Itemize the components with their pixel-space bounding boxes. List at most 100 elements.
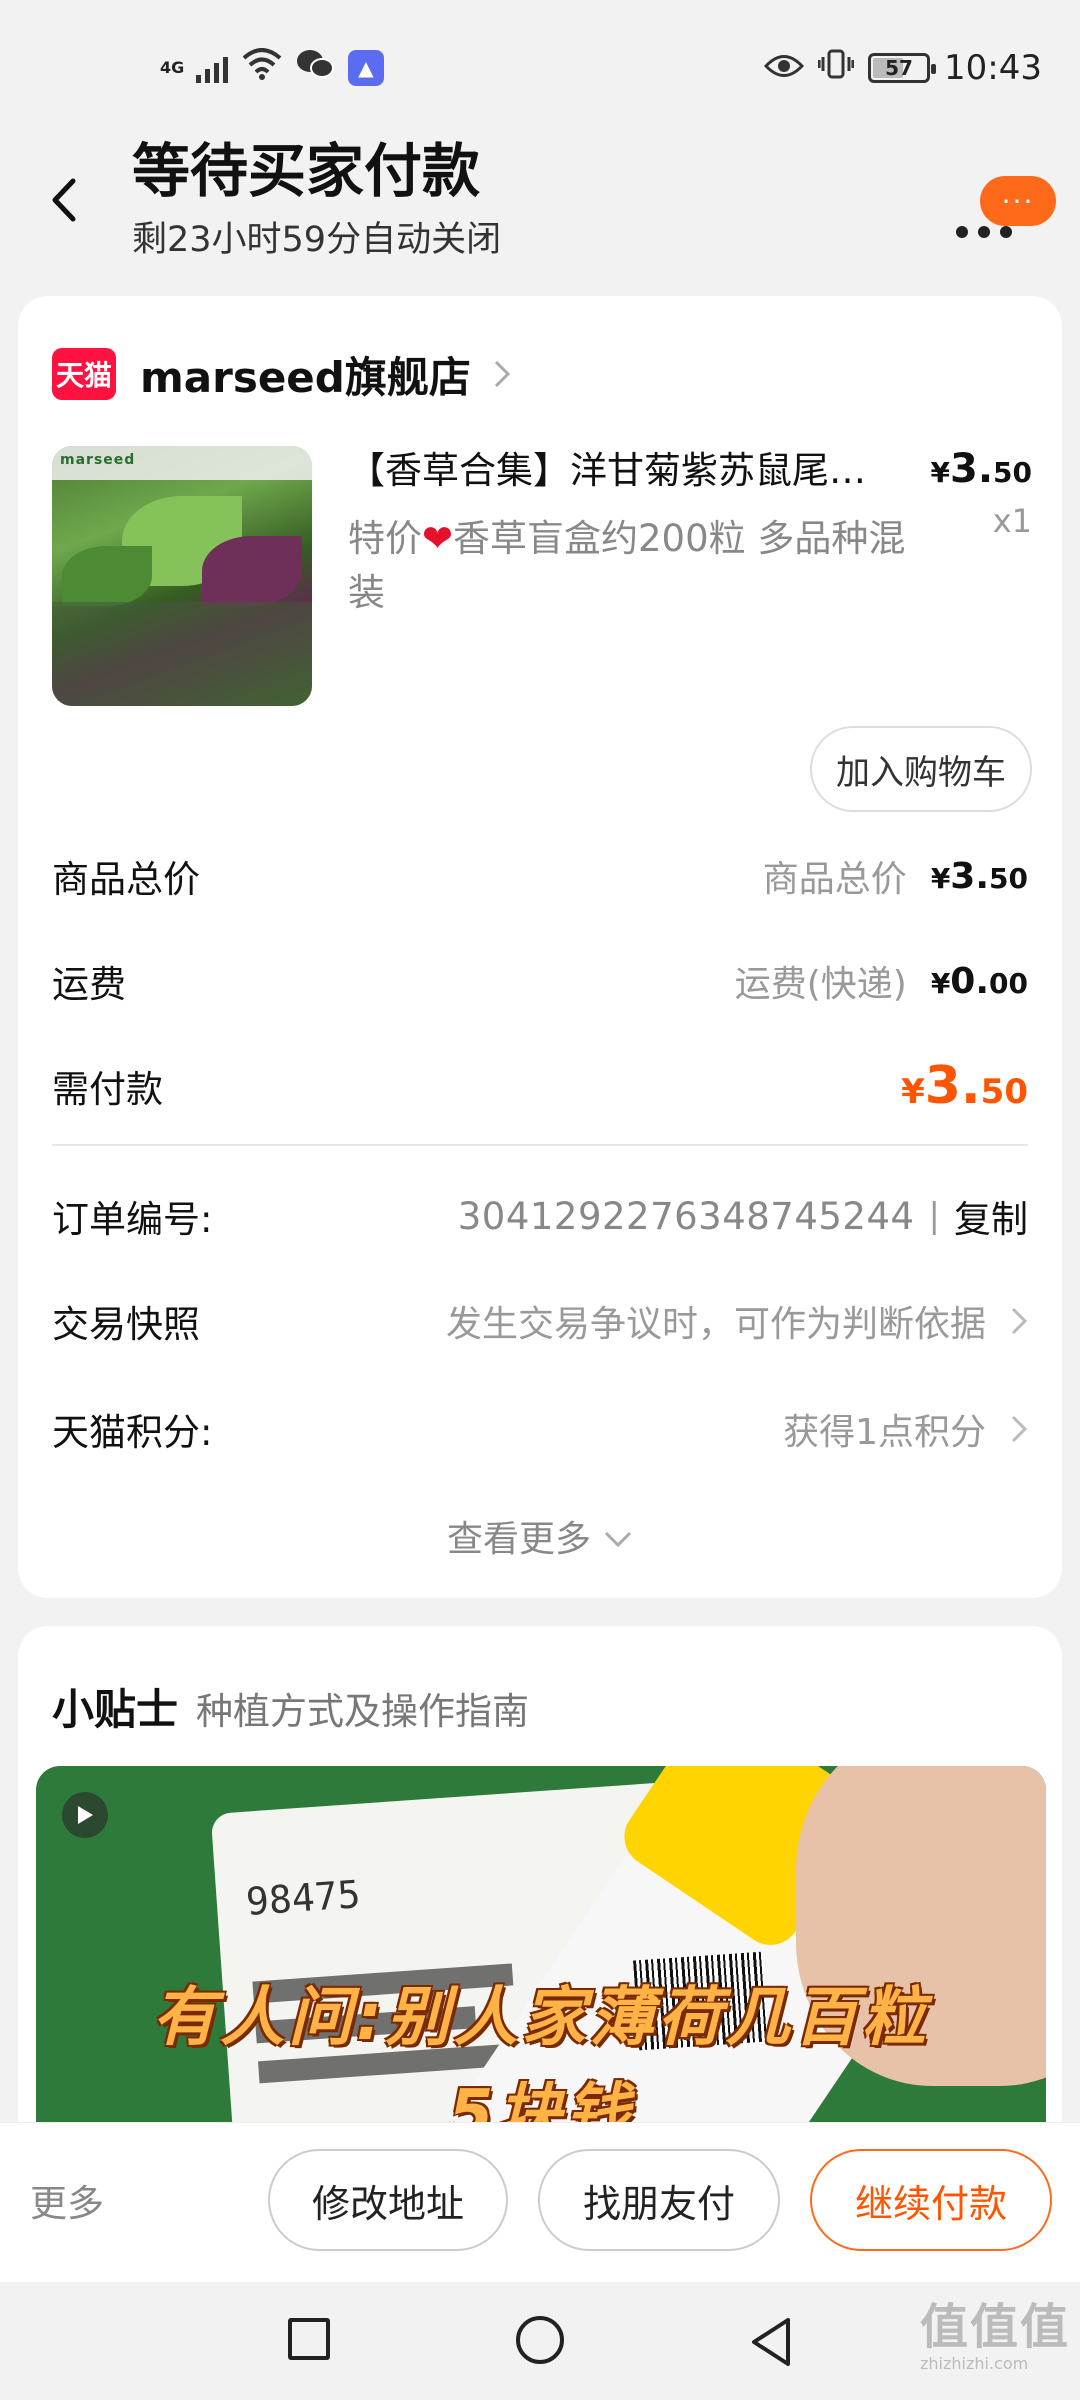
- goods-total-amount: ¥3.50: [931, 856, 1028, 897]
- amount-due-value: ¥3.50: [901, 1056, 1028, 1116]
- auto-close-countdown: 剩23小时59分自动关闭: [132, 220, 502, 260]
- trade-snapshot-row[interactable]: 交易快照 发生交易争议时，可作为判断依据: [52, 1286, 1028, 1356]
- shipping-method: 运费(快递): [734, 964, 907, 1005]
- shipping-int: 0.: [950, 960, 990, 1002]
- goods-total-int: 3.: [950, 855, 990, 897]
- currency-symbol: ¥: [930, 456, 950, 489]
- amount-due-right: ¥3.50: [901, 1056, 1028, 1116]
- thumb-leaf: [62, 546, 152, 606]
- order-number-right: 3041292276348745244 | 复制: [458, 1189, 1028, 1243]
- trade-snapshot-hint: 发生交易争议时，可作为判断依据: [445, 1304, 986, 1345]
- amount-due-int: 3.: [924, 1056, 981, 1116]
- tips-title-row: 小贴士 种植方式及操作指南: [52, 1676, 529, 1737]
- vibrate-icon: [817, 48, 855, 88]
- battery-icon: 57: [868, 53, 937, 83]
- shipping-row: 运费 运费(快递) ¥0.00: [52, 946, 1028, 1016]
- chevron-right-icon: [1010, 1414, 1028, 1444]
- amount-due-dec: 50: [980, 1072, 1028, 1112]
- eye-icon: [763, 48, 805, 88]
- watermark-glyphs: 值值值: [920, 2299, 1071, 2355]
- shop-link[interactable]: 天猫 marseed旗舰店: [52, 344, 511, 404]
- tmall-logo: 天猫: [52, 348, 116, 400]
- product-title[interactable]: 【香草合集】洋甘菊紫苏鼠尾…: [348, 446, 938, 496]
- currency-symbol: ¥: [901, 1072, 925, 1112]
- thumb-leaf: [202, 536, 302, 606]
- price-dec: 50: [993, 456, 1032, 489]
- home-icon[interactable]: [516, 2316, 564, 2364]
- status-left: 4G ▲: [160, 47, 384, 89]
- currency-symbol: ¥: [930, 861, 951, 895]
- continue-payment-button[interactable]: 继续付款: [810, 2149, 1052, 2251]
- play-icon[interactable]: [62, 1792, 108, 1838]
- separator: |: [928, 1196, 940, 1236]
- status-right: 57 10:43: [763, 48, 1042, 88]
- status-bar: 4G ▲ 57 10:43: [0, 0, 1080, 136]
- trade-snapshot-label: 交易快照: [52, 1303, 200, 1346]
- modify-address-button[interactable]: 修改地址: [268, 2149, 508, 2251]
- tips-subtitle: 种植方式及操作指南: [196, 1690, 530, 1733]
- shop-name: marseed旗舰店: [140, 352, 471, 402]
- goods-total-right: 商品总价 ¥3.50: [763, 850, 1028, 902]
- add-to-cart-button[interactable]: 加入购物车: [810, 726, 1032, 812]
- network-type: 4G: [160, 58, 185, 77]
- bottom-action-bar: 更多 修改地址 找朋友付 继续付款: [0, 2122, 1080, 2282]
- app-notification-icon: ▲: [348, 50, 384, 86]
- goods-total-dec: 50: [989, 861, 1028, 895]
- order-number-row: 订单编号: 3041292276348745244 | 复制: [52, 1181, 1028, 1251]
- goods-total-row: 商品总价 商品总价 ¥3.50: [52, 841, 1028, 911]
- video-caption-line-1: 有人问:别人家薄荷几百粒: [152, 1981, 930, 2055]
- shipping-dec: 00: [989, 966, 1028, 1000]
- tmall-points-row[interactable]: 天猫积分: 获得1点积分: [52, 1394, 1028, 1464]
- shipping-amount: ¥0.00: [931, 961, 1028, 1002]
- tmall-points-value: 获得1点积分: [783, 1412, 986, 1453]
- tmall-points-label: 天猫积分:: [52, 1411, 213, 1454]
- heart-icon: ❤: [422, 517, 454, 560]
- chevron-down-icon: [603, 1516, 633, 1557]
- watermark-logo: 值值值 zhizhizhi.com: [920, 2300, 1070, 2390]
- thumb-brand: marseed: [60, 452, 136, 468]
- trade-snapshot-right: 发生交易争议时，可作为判断依据: [446, 1295, 1028, 1347]
- currency-symbol: ¥: [930, 966, 951, 1000]
- wechat-icon: [296, 48, 334, 89]
- battery-level: 57: [885, 56, 913, 80]
- friend-pay-button[interactable]: 找朋友付: [538, 2149, 780, 2251]
- amount-due-row: 需付款 ¥3.50: [52, 1051, 1028, 1121]
- video-packet-number: 98475: [244, 1872, 362, 1924]
- shipping-label: 运费: [52, 963, 126, 1006]
- tips-title: 小贴士: [52, 1685, 179, 1734]
- order-number: 3041292276348745244: [457, 1194, 915, 1238]
- product-image[interactable]: marseed: [52, 446, 312, 706]
- clock: 10:43: [944, 48, 1042, 88]
- order-header: 等待买家付款 剩23小时59分自动关闭 ···: [0, 136, 1080, 296]
- wifi-icon: [242, 47, 282, 89]
- thumb-label-band: [52, 602, 312, 706]
- system-nav-bar: [0, 2282, 1080, 2400]
- order-number-label: 订单编号:: [52, 1198, 213, 1241]
- back-icon[interactable]: [44, 170, 84, 230]
- nav-back-icon[interactable]: [748, 2316, 794, 2372]
- recent-apps-icon[interactable]: [288, 2318, 330, 2360]
- more-actions-button[interactable]: 更多: [30, 2173, 104, 2227]
- chevron-right-icon: [493, 359, 511, 389]
- goods-total-label: 商品总价: [52, 858, 200, 901]
- divider: [52, 1144, 1028, 1146]
- copy-order-number-button[interactable]: 复制: [954, 1189, 1028, 1243]
- price-int: 3.: [950, 446, 994, 492]
- see-more-button[interactable]: 查看更多: [18, 1506, 1062, 1566]
- more-menu-icon[interactable]: ···: [956, 176, 1056, 256]
- product-price: ¥3.50: [931, 446, 1032, 492]
- more-dots-icon: [956, 226, 1012, 238]
- product-desc-prefix: 特价: [348, 517, 422, 560]
- tmall-points-right: 获得1点积分: [783, 1403, 1028, 1455]
- goods-total-sub: 商品总价: [762, 859, 907, 900]
- message-bubble-icon: ···: [980, 176, 1056, 226]
- amount-due-label: 需付款: [52, 1068, 163, 1111]
- shipping-right: 运费(快递) ¥0.00: [735, 955, 1028, 1007]
- product-description: 特价❤香草盲盒约200粒 多品种混装: [348, 512, 908, 620]
- product-quantity: x1: [992, 502, 1032, 540]
- signal-icon: [196, 53, 228, 83]
- see-more-label: 查看更多: [446, 1519, 591, 1560]
- watermark-url: zhizhizhi.com: [920, 2354, 1029, 2373]
- order-card: 天猫 marseed旗舰店 marseed 【香草合集】洋甘菊紫苏鼠尾… 特价❤…: [18, 296, 1062, 1598]
- chevron-right-icon: [1010, 1306, 1028, 1336]
